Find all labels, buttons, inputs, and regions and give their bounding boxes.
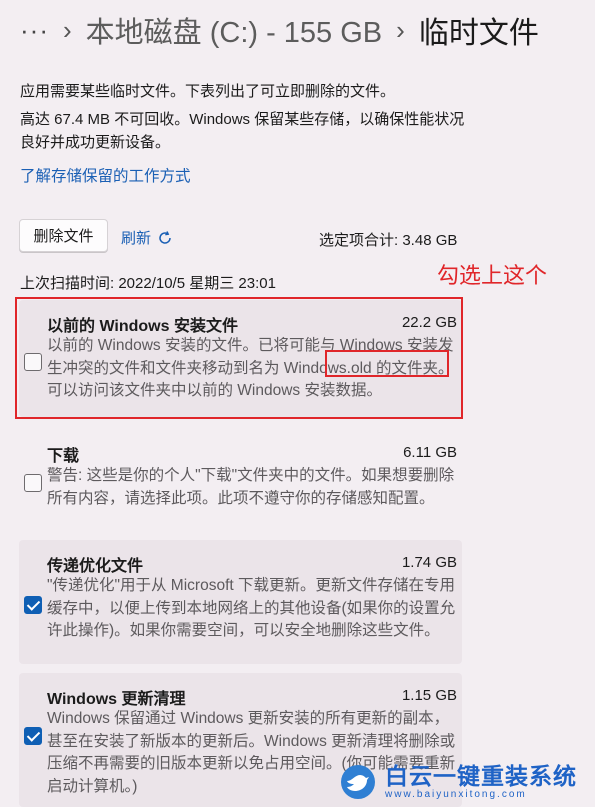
last-scan-time: 上次扫描时间: 2022/10/5 星期三 23:01 [20, 275, 276, 292]
item-size: 1.74 GB [401, 554, 457, 571]
item-title: Windows 更新清理 [47, 691, 186, 708]
selected-total: 选定项合计: 3.48 GB [319, 232, 458, 249]
refresh-icon [159, 230, 171, 244]
reserve-text: 高达 67.4 MB 不可回收。Windows 保留某些存储，以确保性能状况良好… [20, 111, 465, 151]
breadcrumb: ··· › 本地磁盘 (C:) - 155 GB › 临时文件 [20, 8, 539, 52]
item-title: 下载 [47, 448, 80, 465]
item-title: 以前的 Windows 安装文件 [47, 318, 238, 335]
checkbox[interactable] [24, 474, 42, 492]
watermark-url: www.baiyunxitong.com [385, 789, 527, 800]
refresh-button[interactable]: 刷新 [121, 227, 173, 248]
item-title: 传递优化文件 [47, 558, 144, 575]
intro-text: 应用需要某些临时文件。下表列出了可立即删除的文件。 [20, 83, 396, 100]
chevron-right-icon: › [62, 14, 72, 45]
item-description: 警告: 这些是你的个人"下载"文件夹中的文件。如果想要删除所有内容，请选择此项。… [47, 467, 455, 507]
page-title: 临时文件 [418, 17, 539, 50]
watermark: 白云一键重装系统 www.baiyunxitong.com [341, 763, 577, 800]
checkbox[interactable] [24, 353, 42, 371]
item-description: "传递优化"用于从 Microsoft 下载更新。更新文件存储在专用缓存中，以便… [47, 577, 456, 639]
breadcrumb-item-drive[interactable]: 本地磁盘 (C:) - 155 GB [86, 9, 383, 51]
chevron-right-icon: › [396, 14, 405, 45]
list-item-previous-windows[interactable]: 以前的 Windows 安装文件 22.2 GB 以前的 Windows 安装的… [19, 300, 462, 417]
item-description: 以前的 Windows 安装的文件。已将可能与 Windows 安装发生冲突的文… [47, 337, 454, 399]
list-item-delivery-optimization[interactable]: 传递优化文件 1.74 GB "传递优化"用于从 Microsoft 下载更新。… [19, 540, 462, 664]
item-size: 6.11 GB [403, 444, 457, 461]
bird-logo-icon [341, 764, 375, 799]
learn-more-link[interactable]: 了解存储保留的工作方式 [20, 164, 191, 186]
checkbox-checked[interactable] [24, 596, 42, 614]
watermark-title: 白云一键重装系统 [385, 763, 577, 789]
checkbox-checked[interactable] [24, 727, 42, 745]
item-size: 1.15 GB [401, 687, 457, 704]
annotation-text: 勾选上这个 [437, 263, 548, 288]
refresh-label: 刷新 [121, 230, 152, 247]
more-icon[interactable]: ··· [20, 15, 49, 46]
item-size: 22.2 GB [401, 314, 457, 331]
delete-files-button[interactable]: 删除文件 [19, 219, 108, 252]
list-item-downloads[interactable]: 下载 6.11 GB 警告: 这些是你的个人"下载"文件夹中的文件。如果想要删除… [19, 430, 462, 530]
